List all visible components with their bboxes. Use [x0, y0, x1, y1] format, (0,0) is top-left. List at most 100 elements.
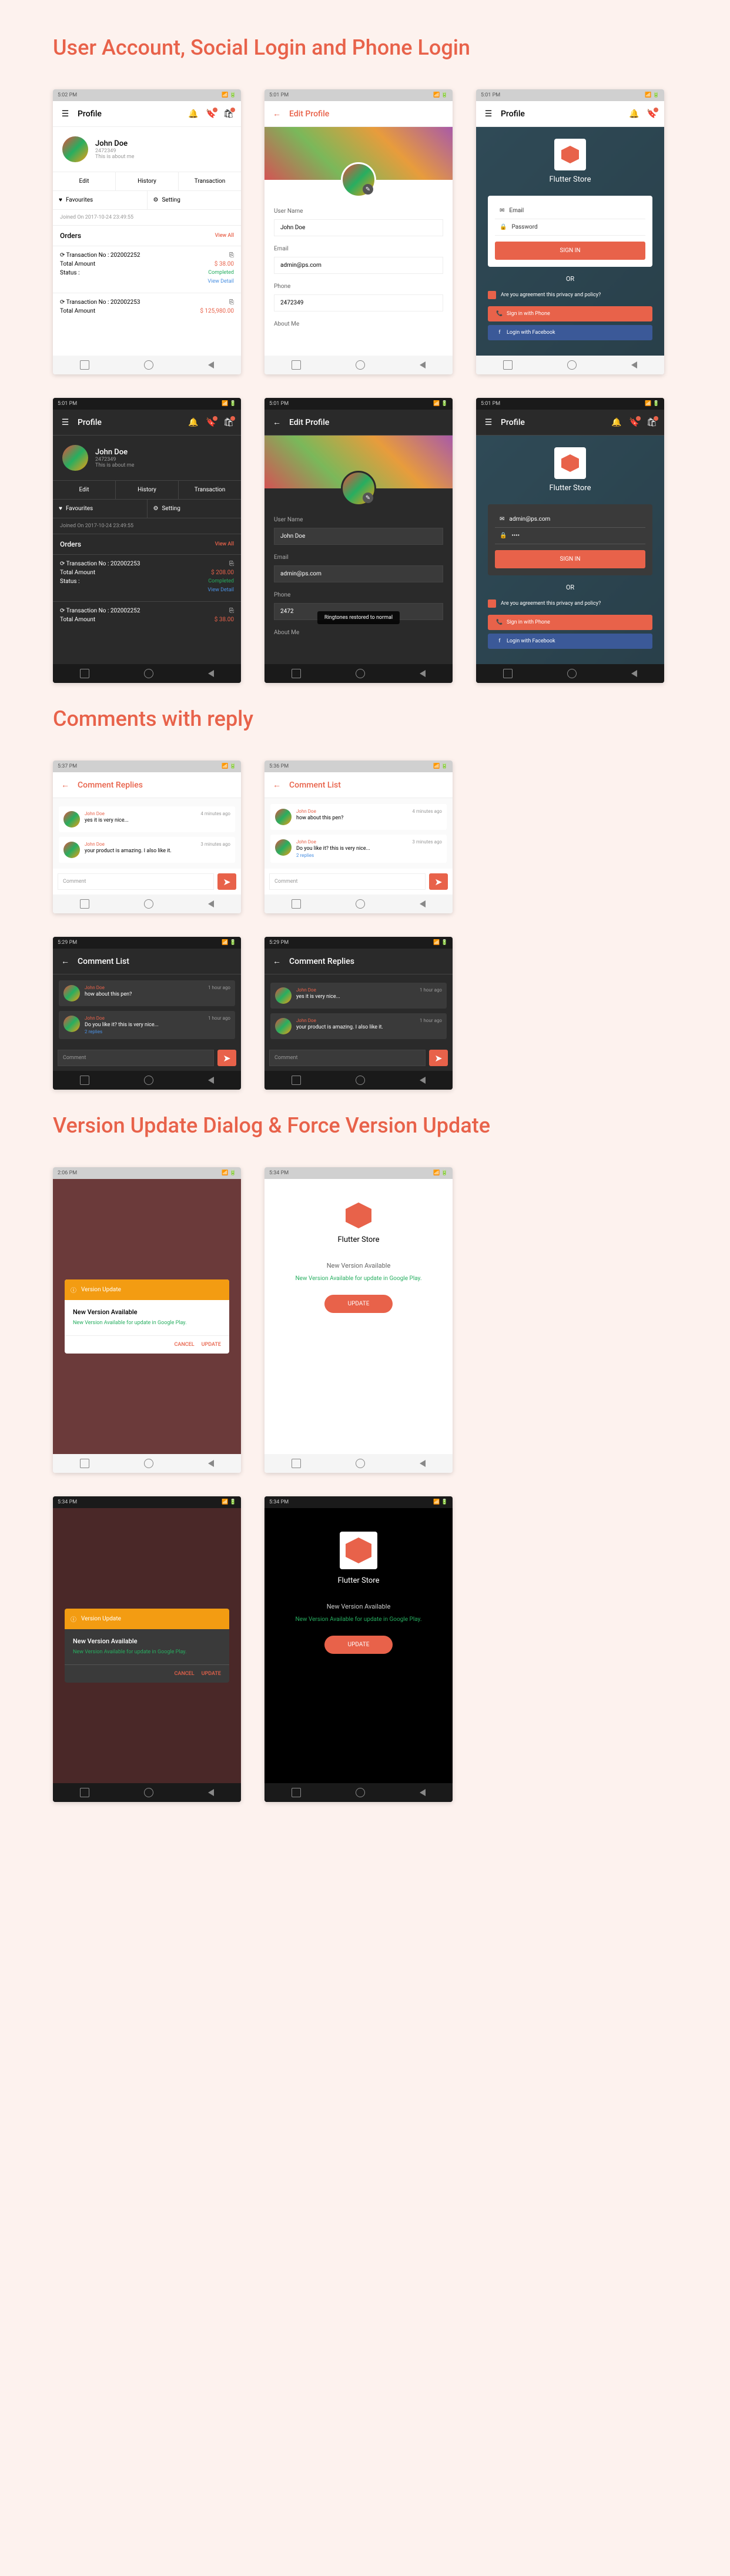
menu-icon[interactable]: ☰: [483, 109, 494, 119]
logo: [346, 1537, 371, 1563]
signin-button[interactable]: SIGN IN: [495, 242, 645, 260]
signin-button[interactable]: SIGN IN: [495, 550, 645, 568]
favourites-button[interactable]: ♥ Favourites: [53, 500, 148, 518]
policy-checkbox[interactable]: [488, 291, 496, 299]
send-button[interactable]: ➤: [217, 873, 236, 890]
comment-item: John Doeyes it is very nice...1 hour ago: [270, 983, 447, 1009]
cart-icon[interactable]: 🛍: [223, 109, 234, 119]
user-about: This is about me: [95, 154, 134, 160]
phone-field[interactable]: 2472349: [274, 294, 443, 311]
info-icon: ⓘ: [71, 1614, 76, 1623]
tab-transaction[interactable]: Transaction: [179, 172, 241, 190]
send-button[interactable]: ➤: [217, 1050, 236, 1066]
nav-recent[interactable]: [80, 360, 89, 370]
comment-input[interactable]: Comment: [269, 873, 426, 890]
app-bar-title: Profile: [78, 109, 181, 119]
policy-row[interactable]: Are you agreement this privacy and polic…: [488, 291, 652, 299]
back-icon[interactable]: ←: [272, 956, 282, 967]
back-icon[interactable]: ←: [272, 417, 282, 428]
view-detail-link[interactable]: View Detail: [207, 587, 234, 593]
back-icon[interactable]: ←: [272, 780, 282, 790]
phone-label: Phone: [274, 283, 443, 290]
username-field[interactable]: John Doe: [274, 219, 443, 236]
email-input[interactable]: ✉ Email: [495, 203, 645, 219]
phone-login-button[interactable]: 📞Sign in with Phone: [488, 615, 652, 630]
tab-edit[interactable]: Edit: [53, 481, 116, 499]
bookmark-icon[interactable]: 🔖: [206, 417, 216, 428]
settings-button[interactable]: ⚙ Setting: [148, 500, 242, 518]
bookmark-icon[interactable]: 🔖: [647, 109, 657, 119]
comment-item: John DoeDo you like it? this is very nic…: [59, 1011, 235, 1039]
tab-history[interactable]: History: [116, 172, 179, 190]
nav-home[interactable]: [144, 360, 153, 370]
order-item[interactable]: ⟳ Transaction No : 202002252⎘ Total Amou…: [53, 601, 241, 631]
view-detail-link[interactable]: View Detail: [207, 279, 234, 284]
replies-link[interactable]: 2 replies: [296, 853, 407, 858]
logo: [346, 1202, 371, 1228]
status-bar: 5:01 PM📶 🔋: [476, 89, 664, 101]
facebook-login-button[interactable]: fLogin with Facebook: [488, 325, 652, 340]
force-update-button[interactable]: UPDATE: [324, 1636, 393, 1654]
bell-icon[interactable]: 🔔: [611, 417, 622, 428]
edit-profile-light: 5:01 PM📶 🔋 ← Edit Profile ✎ User Name Jo…: [264, 89, 453, 374]
view-all-link[interactable]: View All: [215, 541, 234, 547]
menu-icon[interactable]: ☰: [483, 417, 494, 428]
login-light: 5:01 PM📶 🔋 ☰ Profile 🔔🔖 Flutter Store ✉ …: [476, 89, 664, 374]
nav-back[interactable]: [208, 361, 214, 369]
password-input[interactable]: 🔒 ••••: [495, 528, 645, 544]
tab-transaction[interactable]: Transaction: [179, 481, 241, 499]
pencil-icon[interactable]: ✎: [363, 493, 373, 503]
tab-history[interactable]: History: [116, 481, 179, 499]
bell-icon[interactable]: 🔔: [188, 417, 199, 428]
policy-checkbox[interactable]: [488, 599, 496, 608]
avatar[interactable]: [62, 445, 88, 471]
password-input[interactable]: 🔒 Password: [495, 219, 645, 236]
email-input[interactable]: ✉ admin@ps.com: [495, 511, 645, 528]
email-field[interactable]: admin@ps.com: [274, 565, 443, 582]
bell-icon[interactable]: 🔔: [629, 109, 639, 119]
back-icon[interactable]: ←: [272, 109, 282, 119]
cart-icon[interactable]: 🛍: [647, 417, 657, 428]
username-label: User Name: [274, 208, 443, 215]
facebook-login-button[interactable]: fLogin with Facebook: [488, 634, 652, 649]
copy-icon[interactable]: ⎘: [229, 299, 234, 306]
bookmark-icon[interactable]: 🔖: [206, 109, 216, 119]
force-update-button[interactable]: UPDATE: [324, 1295, 393, 1313]
copy-icon[interactable]: ⎘: [229, 252, 234, 259]
send-button[interactable]: ➤: [429, 873, 448, 890]
update-button[interactable]: UPDATE: [202, 1342, 221, 1348]
replies-link[interactable]: 2 replies: [85, 1029, 203, 1034]
comment-input[interactable]: Comment: [58, 873, 214, 890]
pencil-icon[interactable]: ✎: [363, 184, 373, 195]
avatar[interactable]: [62, 136, 88, 162]
view-all-link[interactable]: View All: [215, 233, 234, 239]
comment-input[interactable]: Comment: [269, 1050, 426, 1066]
back-icon[interactable]: ←: [60, 956, 71, 967]
phone-login-button[interactable]: 📞Sign in with Phone: [488, 306, 652, 321]
edit-profile-dark: 5:01 PM📶 🔋 ←Edit Profile ✎ User Name Joh…: [264, 398, 453, 683]
order-item-1[interactable]: ⟳ Transaction No : 202002252⎘ Total Amou…: [53, 246, 241, 293]
email-field[interactable]: admin@ps.com: [274, 257, 443, 274]
favourites-button[interactable]: ♥ Favourites: [53, 191, 148, 209]
cart-icon[interactable]: 🛍: [223, 417, 234, 428]
avatar-edit[interactable]: ✎: [341, 471, 376, 506]
bookmark-icon[interactable]: 🔖: [629, 417, 639, 428]
bell-icon[interactable]: 🔔: [188, 109, 199, 119]
settings-button[interactable]: ⚙ Setting: [148, 191, 242, 209]
order-item[interactable]: ⟳ Transaction No : 202002253⎘ Total Amou…: [53, 554, 241, 601]
copy-icon[interactable]: ⎘: [229, 608, 234, 614]
tab-edit[interactable]: Edit: [53, 172, 116, 190]
order-item-2[interactable]: ⟳ Transaction No : 202002253⎘ Total Amou…: [53, 293, 241, 323]
cancel-button[interactable]: CANCEL: [175, 1342, 195, 1348]
copy-icon[interactable]: ⎘: [229, 561, 234, 567]
username-field[interactable]: John Doe: [274, 528, 443, 545]
menu-icon[interactable]: ☰: [60, 109, 71, 119]
comment-input[interactable]: Comment: [58, 1050, 214, 1066]
back-icon[interactable]: ←: [60, 780, 71, 790]
avatar-edit[interactable]: ✎: [341, 162, 376, 197]
update-button[interactable]: UPDATE: [202, 1671, 221, 1677]
send-button[interactable]: ➤: [429, 1050, 448, 1066]
update-dialog: ⓘVersion Update New Version AvailableNew…: [65, 1279, 229, 1354]
cancel-button[interactable]: CANCEL: [175, 1671, 195, 1677]
menu-icon[interactable]: ☰: [60, 417, 71, 428]
